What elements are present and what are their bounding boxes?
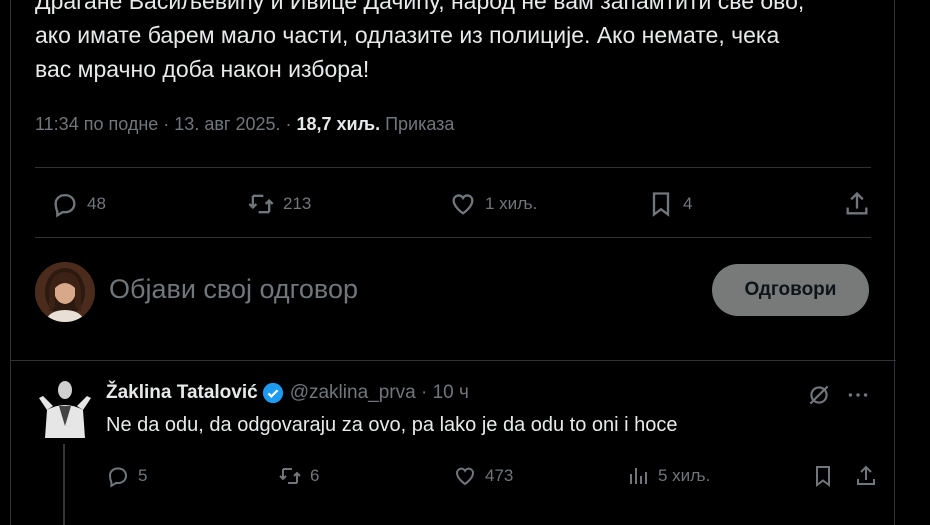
reply-icon — [54, 194, 76, 218]
bookmark-icon — [816, 466, 830, 487]
share-action[interactable] — [854, 460, 886, 492]
share-action[interactable] — [843, 184, 879, 224]
reply-input[interactable]: Објави свој одговор — [109, 274, 358, 305]
more-icon — [848, 393, 868, 397]
thread-line — [63, 444, 65, 525]
views-count: 5 хиљ. — [658, 466, 711, 485]
tweet-meta: 11:34 по подне · 13. авг 2025. · 18,7 хи… — [35, 114, 454, 135]
like-count: 473 — [485, 466, 514, 485]
verified-badge-icon — [262, 382, 283, 404]
reply-header: Žaklina Tatalović @zaklina_prva · 10 ч — [106, 382, 469, 404]
analytics-icon — [630, 468, 647, 484]
tweet-date[interactable]: 13. авг 2025. — [174, 114, 280, 134]
views-action[interactable]: 5 хиљ. — [626, 460, 710, 492]
views-count: 18,7 хиљ. — [296, 114, 381, 134]
reply-actions: 5 6 473 5 хиљ. — [106, 460, 886, 492]
reply-button[interactable]: Одговори — [712, 264, 869, 316]
repost-action[interactable]: 6 — [278, 460, 319, 492]
tweet-text-line: ако имате барем мало части, одлазите из … — [35, 22, 780, 48]
like-action[interactable]: 1 хиљ. — [449, 184, 537, 224]
repost-icon — [279, 468, 301, 484]
like-count: 1 хиљ. — [485, 194, 538, 213]
more-button[interactable] — [845, 382, 871, 413]
avatar[interactable] — [35, 376, 95, 438]
share-icon — [857, 465, 875, 485]
divider — [35, 237, 871, 238]
tweet-actions: 48 213 1 хиљ. 4 — [41, 184, 871, 224]
grok-icon — [809, 385, 829, 405]
meta-separator: · — [280, 114, 297, 134]
heart-icon — [452, 194, 474, 215]
divider — [35, 167, 871, 168]
reply-action[interactable]: 5 — [106, 460, 147, 492]
reply-icon — [108, 467, 128, 488]
repost-count: 213 — [283, 194, 312, 213]
reply-time[interactable]: 10 ч — [433, 382, 469, 404]
bookmark-count: 4 — [683, 194, 693, 213]
meta-separator: · — [158, 114, 175, 134]
reply-author-avatar-image — [35, 376, 95, 438]
reply-text: Ne da odu, da odgovaraju za ovo, pa lako… — [106, 414, 678, 436]
repost-icon — [248, 194, 274, 214]
heart-icon — [455, 467, 475, 486]
user-avatar-image — [35, 262, 95, 322]
share-icon — [846, 191, 868, 215]
like-action[interactable]: 473 — [453, 460, 513, 492]
reply-author-handle[interactable]: @zaklina_prva — [290, 382, 416, 404]
tweet-time[interactable]: 11:34 по подне — [35, 114, 158, 134]
reply-count: 5 — [138, 466, 148, 485]
reply-count: 48 — [87, 194, 106, 213]
repost-count: 6 — [310, 466, 320, 485]
tweet-text: Драгане Васиљевићу и Ивице Дачићу, народ… — [35, 0, 875, 86]
views-label: Приказа — [385, 114, 455, 134]
reply-action[interactable]: 48 — [51, 184, 106, 224]
avatar[interactable] — [35, 262, 95, 322]
bookmark-action[interactable] — [811, 460, 843, 492]
repost-action[interactable]: 213 — [247, 184, 311, 224]
reply-author-name[interactable]: Žaklina Tatalović — [106, 382, 258, 404]
bookmark-action[interactable]: 4 — [647, 184, 692, 224]
bookmark-icon — [652, 192, 670, 217]
tweet-text-line: вас мрачно доба након избора! — [35, 56, 370, 82]
divider — [11, 360, 896, 361]
tweet-text-line: Драгане Васиљевићу и Ивице Дачићу, народ… — [35, 0, 805, 14]
timeline-column: Драгане Васиљевићу и Ивице Дачићу, народ… — [10, 0, 896, 525]
meta-separator: · — [415, 382, 433, 403]
grok-button[interactable] — [806, 382, 832, 413]
